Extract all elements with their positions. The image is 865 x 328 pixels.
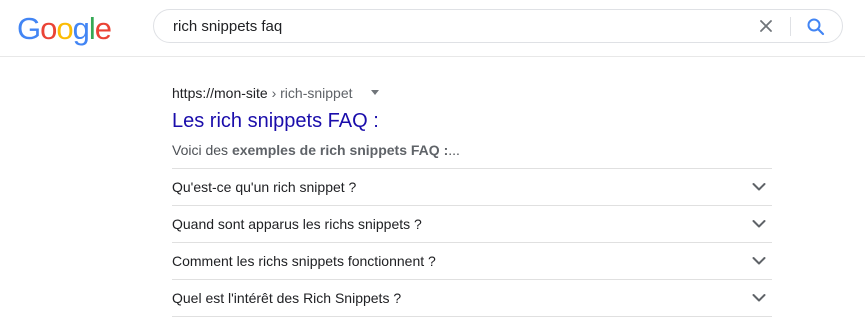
faq-question: Comment les richs snippets fonctionnent … [172,253,436,269]
faq-item[interactable]: Qu'est-ce qu'un rich snippet ? [172,169,772,206]
result-title-link[interactable]: Les rich snippets FAQ : [172,108,772,134]
search-input[interactable] [173,10,733,42]
search-divider [790,17,791,36]
faq-question: Quand sont apparus les richs snippets ? [172,216,422,232]
search-box [153,9,843,43]
faq-item[interactable]: Comment les richs snippets fonctionnent … [172,243,772,280]
logo-letter: o [40,11,57,46]
close-icon[interactable] [756,16,776,36]
chevron-down-icon[interactable] [751,216,767,232]
breadcrumb[interactable]: https://mon-site › rich-snippet [172,84,772,102]
logo-letter: e [94,11,112,46]
search-icon[interactable] [805,16,827,38]
faq-item[interactable]: Quand sont apparus les richs snippets ? [172,206,772,243]
search-result: https://mon-site › rich-snippet Les rich… [172,84,772,160]
faq-item[interactable]: Quel est l'intérêt des Rich Snippets ? [172,280,772,317]
result-snippet: Voici des exemples de rich snippets FAQ … [172,140,772,160]
chevron-down-icon[interactable] [751,253,767,269]
chevron-down-icon[interactable] [751,179,767,195]
snippet-bold: exemples de rich snippets FAQ : [231,142,449,158]
faq-question: Quel est l'intérêt des Rich Snippets ? [172,290,402,306]
logo-letter: g [72,11,90,46]
faq-list: Qu'est-ce qu'un rich snippet ? Quand son… [172,168,772,317]
snippet-prefix: Voici des [172,142,232,158]
caret-down-icon[interactable] [370,89,379,95]
search-header: Google [0,0,865,57]
logo-letter: G [17,11,41,46]
google-logo[interactable]: Google [17,11,112,46]
breadcrumb-path: › rich-snippet [267,85,353,101]
breadcrumb-domain: https://mon-site [172,85,268,101]
faq-question: Qu'est-ce qu'un rich snippet ? [172,179,357,195]
chevron-down-icon[interactable] [751,290,767,306]
snippet-suffix: ... [448,142,460,158]
logo-letter: o [56,11,73,46]
